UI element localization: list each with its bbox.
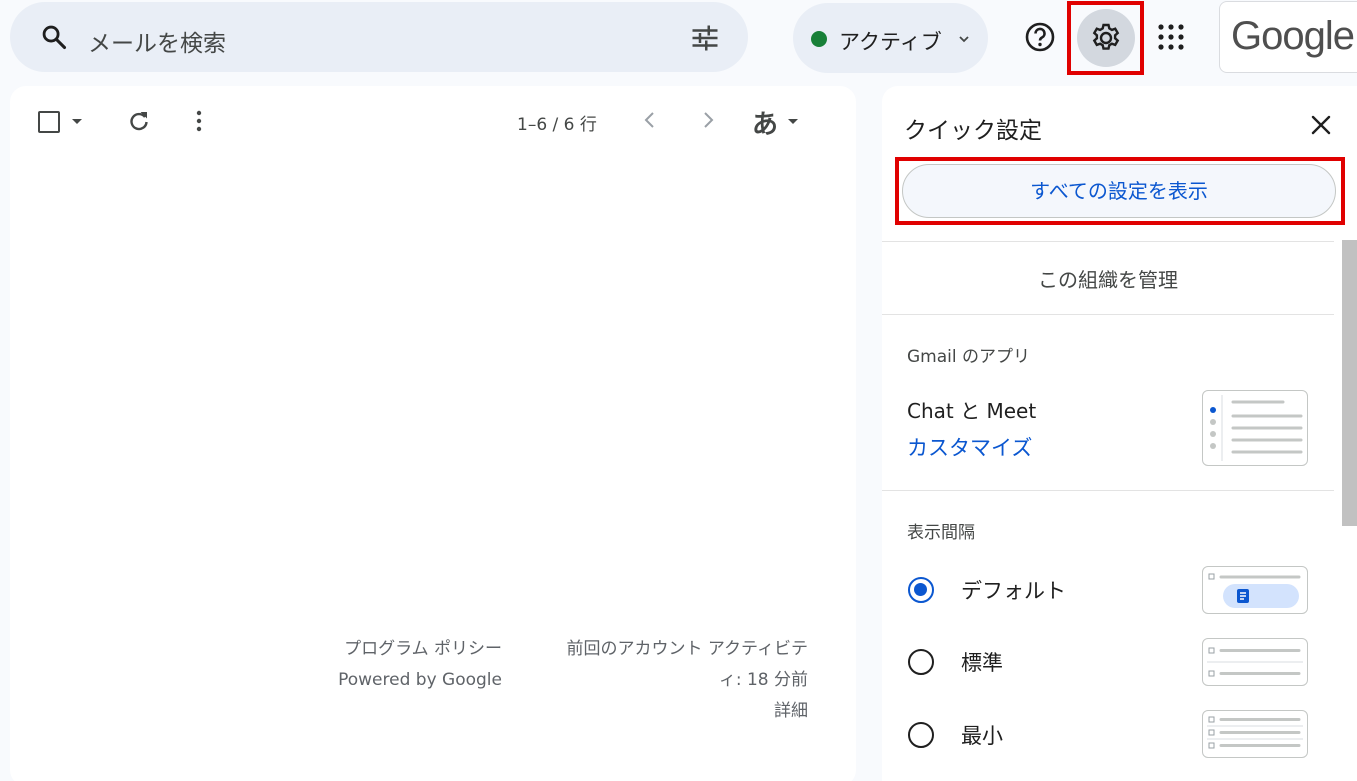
search-icon[interactable] <box>40 23 68 51</box>
density-default-preview-icon <box>1208 573 1301 608</box>
active-status-dot <box>811 31 827 47</box>
density-section-heading: 表示間隔 <box>907 523 975 543</box>
account-button[interactable]: Google <box>1219 1 1357 73</box>
density-standard-thumbnail[interactable] <box>1202 638 1308 686</box>
density-option-label: デフォルト <box>961 579 1066 603</box>
quick-settings-panel: クイック設定 すべての設定を表示 この組織を管理 Gmail のアプリ Chat… <box>882 86 1357 781</box>
gear-highlight-box <box>1067 1 1144 75</box>
close-icon[interactable] <box>1310 114 1332 136</box>
select-menu-caret-icon[interactable] <box>70 114 84 128</box>
density-option-compact[interactable]: 最小 <box>908 720 1208 750</box>
program-policy-link[interactable]: プログラム ポリシー <box>336 634 502 665</box>
input-tools-button[interactable]: あ <box>752 104 778 141</box>
google-logo: Google <box>1231 14 1355 58</box>
divider <box>882 314 1334 315</box>
density-option-label: 最小 <box>961 724 1003 748</box>
chat-meet-label: Chat と Meet <box>907 399 1037 423</box>
density-compact-thumbnail[interactable] <box>1202 710 1308 758</box>
search-options-icon[interactable] <box>690 23 720 53</box>
divider <box>882 490 1334 491</box>
status-label: アクティブ <box>839 30 942 54</box>
chevron-down-icon <box>959 36 969 43</box>
divider <box>882 241 1334 242</box>
more-options-icon[interactable] <box>186 108 212 134</box>
search-bar[interactable]: メールを検索 <box>10 2 748 72</box>
powered-by-text: Powered by Google <box>338 670 502 690</box>
select-all-checkbox[interactable] <box>38 111 60 133</box>
quick-settings-scrollbar[interactable] <box>1342 240 1357 526</box>
footer-right: 前回のアカウント アクティビテ ィ: 18 分前 詳細 <box>540 634 808 727</box>
density-default-thumbnail[interactable] <box>1202 566 1308 614</box>
details-link[interactable]: 詳細 <box>540 696 808 727</box>
radio-unselected[interactable] <box>908 649 934 675</box>
footer-left: プログラム ポリシー Powered by Google <box>336 634 502 696</box>
chevron-left-icon[interactable] <box>638 108 662 132</box>
search-input[interactable]: メールを検索 <box>88 24 226 58</box>
density-option-default[interactable]: デフォルト <box>908 575 1208 605</box>
last-activity-line1: 前回のアカウント アクティビテ <box>566 639 808 659</box>
density-option-label: 標準 <box>961 651 1003 675</box>
customize-link[interactable]: カスタマイズ <box>907 432 1032 462</box>
pagination-count: 1–6 / 6 行 <box>517 115 597 135</box>
density-standard-preview-icon <box>1207 647 1303 677</box>
radio-unselected[interactable] <box>908 722 934 748</box>
see-all-highlight-box <box>895 157 1345 225</box>
chevron-right-icon[interactable] <box>696 108 720 132</box>
input-tools-caret-icon[interactable] <box>786 114 800 128</box>
apps-layout-preview-icon <box>1210 395 1303 461</box>
manage-org-link[interactable]: この組織を管理 <box>882 264 1334 293</box>
last-activity-line2: ィ: 18 分前 <box>718 670 808 690</box>
apps-section-heading: Gmail のアプリ <box>907 347 1031 367</box>
refresh-icon[interactable] <box>126 108 152 134</box>
mail-list-panel: 1–6 / 6 行 あ プログラム ポリシー Powered by Google… <box>10 86 856 781</box>
quick-settings-title: クイック設定 <box>904 118 1042 144</box>
apps-grid-icon[interactable] <box>1156 22 1186 52</box>
density-compact-preview-icon <box>1207 716 1303 749</box>
status-dropdown[interactable]: アクティブ <box>793 3 988 73</box>
radio-selected[interactable] <box>908 577 934 603</box>
help-icon[interactable] <box>1020 17 1060 57</box>
density-option-standard[interactable]: 標準 <box>908 647 1208 677</box>
apps-layout-thumbnail[interactable] <box>1202 390 1308 466</box>
